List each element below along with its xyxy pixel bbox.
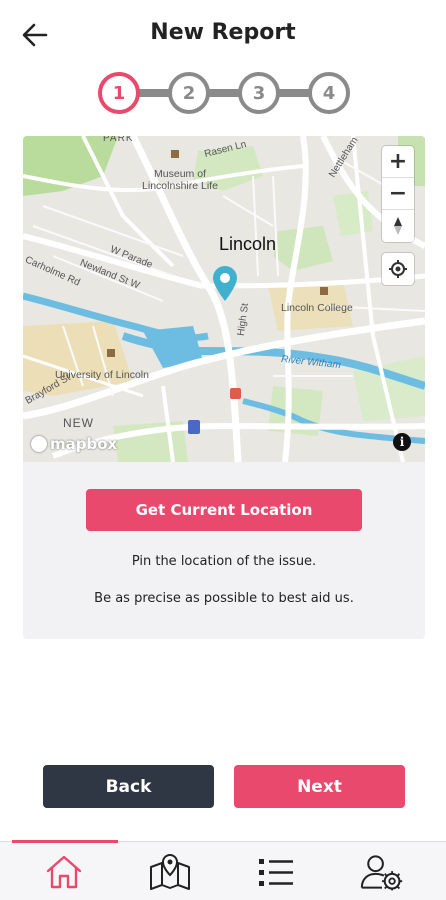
header: New Report <box>0 0 446 70</box>
mapbox-icon <box>31 436 47 452</box>
home-icon <box>46 855 82 889</box>
step-2: 2 <box>168 72 210 114</box>
zoom-controls: + − <box>382 146 414 242</box>
help-text: Pin the location of the issue. <box>131 554 317 569</box>
next-button[interactable]: Next <box>234 765 405 808</box>
step-4: 4 <box>308 72 350 114</box>
zoom-out-button[interactable]: − <box>382 178 414 210</box>
mapbox-logo[interactable]: mapbox <box>31 435 117 453</box>
tab-map[interactable] <box>148 852 192 892</box>
active-tab-indicator <box>12 840 118 843</box>
step-1: 1 <box>98 72 140 114</box>
compass-icon <box>394 217 402 235</box>
museum-label: Museum of Lincolnshire Life <box>142 168 218 193</box>
location-card: Lincoln Museum of Lincolnshire Life Linc… <box>23 136 425 639</box>
geolocate-button[interactable] <box>382 253 414 285</box>
area-label: PARK <box>103 136 134 144</box>
get-current-location-button[interactable]: Get Current Location <box>86 489 362 531</box>
map-icon <box>150 854 190 890</box>
tab-home[interactable] <box>42 852 86 892</box>
map-view[interactable]: Lincoln Museum of Lincolnshire Life Linc… <box>23 136 425 462</box>
zoom-in-button[interactable]: + <box>382 146 414 178</box>
mapbox-wordmark: mapbox <box>50 435 118 453</box>
city-label: Lincoln <box>219 234 277 254</box>
area-label: NEW <box>63 416 94 430</box>
tab-reports-list[interactable] <box>254 852 298 892</box>
bottom-tab-bar <box>0 840 446 900</box>
crosshair-icon <box>389 260 407 278</box>
step-3: 3 <box>238 72 280 114</box>
list-icon <box>259 859 293 886</box>
college-label: Lincoln College <box>281 302 353 314</box>
tab-account-settings[interactable] <box>360 852 404 892</box>
info-icon[interactable]: i <box>393 433 411 451</box>
help-text-secondary: Be as precise as possible to best aid us… <box>94 591 354 606</box>
user-settings-icon <box>360 855 403 891</box>
back-button[interactable]: Back <box>43 765 214 808</box>
compass-button[interactable] <box>382 210 414 242</box>
step-connector <box>118 89 330 97</box>
location-pin-icon[interactable] <box>211 264 239 302</box>
step-indicator: 1 2 3 4 <box>98 72 350 114</box>
page-title: New Report <box>150 20 296 45</box>
